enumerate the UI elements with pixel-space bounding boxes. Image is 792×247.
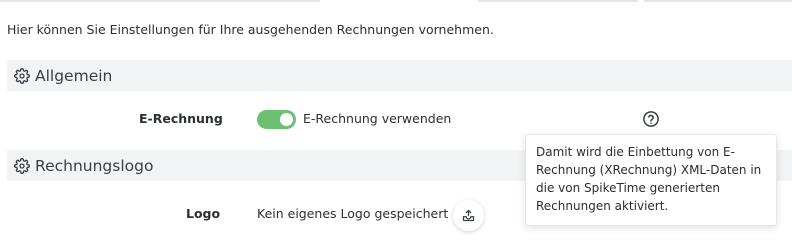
invoice-settings-page: Hier können Sie Einstellungen für Ihre a… xyxy=(0,0,792,247)
logo-label: Logo xyxy=(186,206,221,221)
gear-icon xyxy=(14,157,30,174)
section-header-general: Allgemein xyxy=(7,60,792,91)
e-invoice-toggle-label[interactable]: E-Rechnung verwenden xyxy=(303,111,451,126)
upload-logo-button[interactable] xyxy=(453,200,484,231)
tab-divider xyxy=(0,0,320,2)
tooltip-line: Rechnung (XRechnung) XML-Daten in xyxy=(536,163,762,177)
gear-icon xyxy=(14,67,30,84)
upload-icon xyxy=(461,208,476,223)
e-invoice-tooltip: Damit wird die Einbettung von E- Rechnun… xyxy=(525,134,777,226)
logo-status-text: Kein eigenes Logo gespeichert xyxy=(257,206,449,221)
tab-bar-border xyxy=(0,0,792,2)
section-title-invoice-logo: Rechnungslogo xyxy=(35,156,154,175)
tooltip-line: Rechnungen aktiviert. xyxy=(536,199,669,213)
tab-divider xyxy=(644,0,792,2)
tooltip-line: Damit wird die Einbettung von E- xyxy=(536,145,735,159)
e-invoice-label: E-Rechnung xyxy=(139,111,223,126)
intro-text: Hier können Sie Einstellungen für Ihre a… xyxy=(7,22,494,37)
section-title-general: Allgemein xyxy=(35,66,113,85)
tab-divider xyxy=(478,0,638,2)
e-invoice-toggle[interactable] xyxy=(257,110,296,129)
toggle-knob xyxy=(280,113,293,126)
question-circle-icon[interactable] xyxy=(642,110,660,128)
tooltip-line: die von SpikeTime generierten xyxy=(536,181,720,195)
